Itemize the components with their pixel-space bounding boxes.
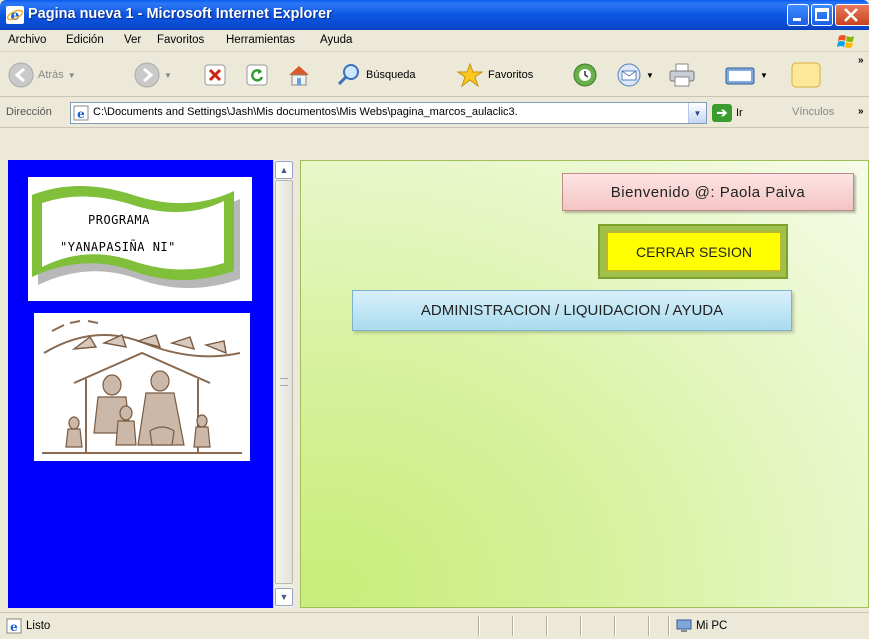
status-divider [648, 616, 649, 636]
go-button[interactable]: ➔ Ir [712, 104, 743, 122]
admin-menu-button[interactable]: ADMINISTRACION / LIQUIDACION / AYUDA [352, 290, 792, 331]
address-label: Dirección [6, 106, 52, 118]
security-zone-text: Mi PC [696, 620, 728, 632]
status-divider [614, 616, 615, 636]
back-button[interactable]: Atrás ▼ [8, 61, 76, 89]
menu-favoritos[interactable]: Favoritos [157, 34, 204, 46]
status-divider [668, 616, 669, 636]
status-divider [478, 616, 479, 636]
page-icon: e [73, 105, 89, 121]
logo-text-line2: "YANAPASIÑA NI" [60, 240, 176, 254]
links-label[interactable]: Vínculos [792, 106, 834, 118]
messenger-button[interactable] [790, 61, 822, 89]
mail-icon [617, 63, 641, 87]
home-button[interactable] [286, 61, 312, 89]
scroll-grip-icon [280, 378, 288, 386]
title-bar[interactable]: e Pagina nueva 1 - Microsoft Internet Ex… [0, 0, 869, 30]
mail-button[interactable]: ▼ [616, 61, 654, 89]
favorites-button[interactable]: Favoritos [456, 61, 533, 89]
status-text: Listo [26, 620, 51, 632]
back-arrow-icon [8, 62, 34, 88]
stop-button[interactable] [204, 61, 226, 89]
scroll-down-button[interactable]: ▼ [275, 588, 293, 606]
forward-dropdown-icon[interactable]: ▼ [164, 71, 172, 80]
internet-explorer-icon: e [6, 6, 24, 24]
address-dropdown-icon[interactable]: ▼ [688, 103, 706, 123]
family-house-illustration-icon [42, 320, 242, 454]
browser-window: e Pagina nueva 1 - Microsoft Internet Ex… [0, 0, 869, 639]
windows-flag-icon [837, 35, 854, 48]
minimize-button[interactable] [787, 4, 809, 26]
home-icon [289, 66, 309, 86]
banner-flag-icon [32, 186, 240, 288]
back-label: Atrás [38, 69, 64, 81]
favorites-label: Favoritos [488, 69, 534, 81]
logo-text-line1: PROGRAMA [88, 213, 150, 227]
content-top-border [0, 128, 869, 160]
scroll-thumb[interactable] [275, 180, 293, 584]
edit-page-icon [725, 67, 755, 85]
scroll-up-button[interactable]: ▲ [275, 161, 293, 179]
menu-ver[interactable]: Ver [124, 34, 141, 46]
note-icon [791, 62, 821, 88]
menu-bar: Archivo Edición Ver Favoritos Herramient… [0, 30, 869, 52]
search-label: Búsqueda [366, 69, 416, 81]
print-button[interactable] [668, 61, 696, 89]
logout-button[interactable]: CERRAR SESION [606, 231, 782, 272]
links-more-icon[interactable]: » [858, 106, 864, 117]
window-title: Pagina nueva 1 - Microsoft Internet Expl… [28, 6, 332, 22]
close-icon [844, 8, 858, 22]
maximize-button[interactable] [811, 4, 833, 26]
status-divider [512, 616, 513, 636]
search-icon [337, 64, 359, 86]
menu-ayuda[interactable]: Ayuda [320, 34, 352, 46]
svg-text:e: e [77, 107, 85, 121]
edit-button[interactable]: ▼ [724, 61, 768, 89]
go-label: Ir [736, 107, 743, 119]
welcome-banner: Bienvenido @: Paola Paiva [562, 173, 854, 211]
status-divider [580, 616, 581, 636]
address-input[interactable]: e C:\Documents and Settings\Jash\Mis doc… [70, 102, 707, 124]
svg-text:e: e [10, 620, 18, 634]
toolbar: Atrás ▼ ▼ Búsqueda Favoritos ▼ ▼ [0, 53, 869, 97]
close-button[interactable] [835, 4, 869, 26]
menu-archivo[interactable]: Archivo [8, 34, 46, 46]
address-value[interactable]: C:\Documents and Settings\Jash\Mis docum… [93, 106, 518, 118]
refresh-icon [246, 64, 268, 86]
mail-dropdown-icon[interactable]: ▼ [646, 71, 654, 80]
history-button[interactable] [572, 61, 598, 89]
search-button[interactable]: Búsqueda [336, 61, 416, 89]
status-divider [546, 616, 547, 636]
history-icon [573, 63, 597, 87]
go-arrow-icon: ➔ [712, 104, 732, 122]
back-dropdown-icon[interactable]: ▼ [68, 71, 76, 80]
left-frame-scrollbar[interactable]: ▲ ▼ [273, 160, 293, 608]
printer-icon [669, 63, 695, 87]
address-bar: Dirección e C:\Documents and Settings\Ja… [0, 98, 869, 128]
status-bar: e Listo Mi PC [0, 612, 869, 639]
stop-icon [204, 64, 226, 86]
maximize-icon [815, 8, 829, 21]
menu-edicion[interactable]: Edición [66, 34, 104, 46]
program-logo-banner [28, 177, 252, 301]
forward-arrow-icon [134, 62, 160, 88]
minimize-icon [793, 18, 801, 21]
menu-herramientas[interactable]: Herramientas [226, 34, 295, 46]
my-computer-icon [676, 619, 692, 632]
forward-button[interactable]: ▼ [134, 61, 172, 89]
favorites-star-icon [456, 62, 484, 88]
refresh-button[interactable] [246, 61, 268, 89]
yanapasinani-illustration [34, 313, 250, 461]
edit-dropdown-icon[interactable]: ▼ [760, 71, 768, 80]
toolbar-more-icon[interactable]: » [858, 55, 864, 66]
page-status-icon: e [6, 618, 22, 634]
